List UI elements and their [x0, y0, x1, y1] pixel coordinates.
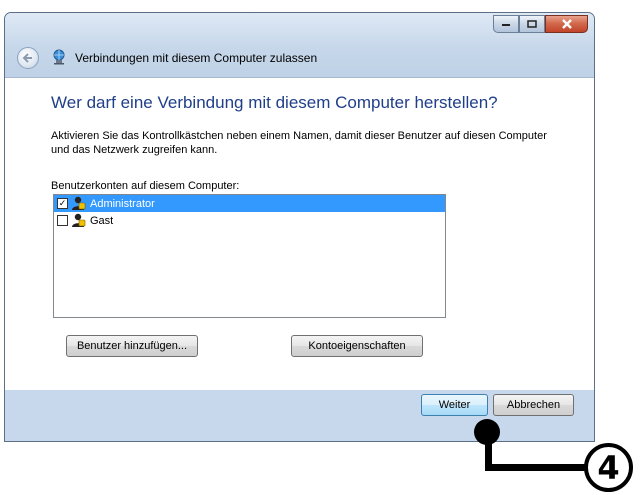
account-name: Administrator [90, 197, 155, 210]
window-title: Verbindungen mit diesem Computer zulasse… [75, 51, 318, 65]
minimize-icon [502, 24, 510, 26]
user-account-icon [72, 213, 86, 227]
maximize-button[interactable] [519, 15, 545, 33]
cancel-button[interactable]: Abbrechen [493, 394, 574, 416]
account-properties-button[interactable]: Kontoeigenschaften [291, 335, 423, 357]
accounts-listbox[interactable]: ✓ Administrator Gast [53, 194, 446, 318]
title-bar: Verbindungen mit diesem Computer zulasse… [5, 13, 594, 77]
maximize-icon [527, 20, 537, 28]
list-item-gast[interactable]: Gast [54, 212, 445, 229]
accounts-list-label: Benutzerkonten auf diesem Computer: [51, 180, 240, 192]
back-arrow-icon [22, 53, 32, 63]
dialog-window: Verbindungen mit diesem Computer zulasse… [4, 12, 595, 442]
account-name: Gast [90, 214, 114, 227]
description-text: Aktivieren Sie das Kontrollkästchen nebe… [51, 130, 547, 156]
close-icon [561, 19, 572, 29]
list-item-administrator[interactable]: ✓ Administrator [54, 195, 445, 212]
network-icon [53, 49, 65, 65]
step-number-badge: 4 [584, 443, 633, 492]
next-button[interactable]: Weiter [421, 394, 488, 416]
page-heading: Wer darf eine Verbindung mit diesem Comp… [51, 93, 498, 112]
minimize-button[interactable] [493, 15, 519, 33]
add-user-button[interactable]: Benutzer hinzufügen... [66, 335, 198, 357]
back-button[interactable] [17, 47, 39, 69]
callout-connector-horizontal [485, 464, 585, 471]
callout-pointer-dot [474, 419, 500, 445]
close-button[interactable] [545, 15, 588, 33]
user-account-icon [72, 196, 86, 210]
administrator-checkbox[interactable]: ✓ [57, 198, 68, 209]
gast-checkbox[interactable] [57, 215, 68, 226]
content-area: Wer darf eine Verbindung mit diesem Comp… [5, 77, 594, 390]
caption-buttons [493, 15, 588, 33]
